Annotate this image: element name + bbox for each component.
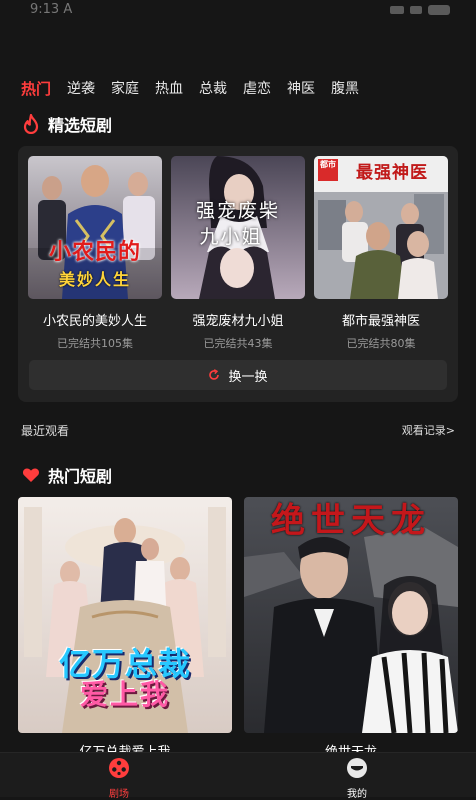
heart-icon: [22, 468, 40, 482]
status-time: 9:13 A: [30, 2, 73, 17]
watch-history-link[interactable]: 观看记录>: [402, 422, 455, 439]
drama-title[interactable]: 都市最强神医: [314, 310, 448, 329]
drama-poster[interactable]: 小农民的 美妙人生: [28, 156, 162, 299]
poster-title-main: 最强神医: [356, 163, 428, 183]
profile-icon: [347, 758, 367, 778]
featured-card[interactable]: 最强神医 都市 都市最强神医 已完结共80集: [314, 156, 448, 351]
featured-section-title: 精选短剧: [22, 112, 112, 136]
tab-passion[interactable]: 热血: [155, 78, 183, 100]
nav-profile[interactable]: 我的: [327, 757, 387, 800]
tab-hot[interactable]: 热门: [21, 78, 51, 100]
wifi-icon: [410, 6, 422, 14]
status-icons: [390, 5, 450, 15]
drama-poster[interactable]: 强宠废柴 九小姐: [171, 156, 305, 299]
film-reel-icon: [109, 758, 129, 778]
recent-label: 最近观看: [21, 424, 70, 438]
refresh-label: 换一换: [228, 369, 268, 385]
drama-poster[interactable]: 最强神医 都市: [314, 156, 448, 299]
featured-card[interactable]: 强宠废柴 九小姐 强宠废材九小姐 已完结共43集: [171, 156, 305, 351]
tab-counterattack[interactable]: 逆袭: [67, 78, 95, 100]
category-tabs: 热门 逆袭 家庭 热血 总裁 虐恋 神医 腹黑: [21, 78, 375, 100]
featured-card[interactable]: 小农民的 美妙人生 小农民的美妙人生 已完结共105集: [28, 156, 162, 351]
nav-profile-label: 我的: [347, 789, 367, 800]
tab-miracle-doctor[interactable]: 神医: [287, 78, 315, 100]
nav-theater-label: 剧场: [109, 789, 129, 800]
poster-title-line1: 强宠废柴: [195, 200, 280, 222]
drama-title[interactable]: 强宠废材九小姐: [171, 310, 305, 329]
hot-title: 热门短剧: [48, 467, 113, 486]
hot-section-title: 热门短剧: [22, 463, 112, 487]
hot-drama-poster[interactable]: 绝世天龙: [244, 497, 458, 733]
tab-family[interactable]: 家庭: [111, 78, 139, 100]
nav-theater[interactable]: 剧场: [89, 757, 149, 800]
poster-title-line1: 小农民的: [48, 239, 141, 265]
poster-title-tag: 都市: [320, 160, 336, 169]
refresh-icon: [209, 369, 220, 380]
hot-poster-title: 绝世天龙: [271, 501, 431, 541]
episode-count: 已完结共43集: [203, 337, 273, 350]
tab-scheming[interactable]: 腹黑: [331, 78, 359, 100]
poster-title-line2: 九小姐: [199, 226, 263, 248]
featured-panel: 小农民的 美妙人生 小农民的美妙人生 已完结共105集 强宠废柴 九小姐 强宠废…: [18, 146, 458, 402]
episode-count: 已完结共80集: [346, 337, 416, 350]
hot-drama-poster[interactable]: 亿万总裁 爱上我: [18, 497, 232, 733]
featured-title: 精选短剧: [48, 116, 113, 135]
episode-count: 已完结共105集: [57, 337, 133, 350]
tab-tragic-love[interactable]: 虐恋: [243, 78, 271, 100]
bottom-nav: 剧场 我的: [0, 752, 476, 800]
tab-ceo[interactable]: 总裁: [199, 78, 227, 100]
refresh-button[interactable]: 换一换: [29, 360, 447, 390]
flame-icon: [23, 114, 39, 134]
battery-icon: [428, 5, 450, 15]
status-bar: 9:13 A: [0, 0, 476, 22]
hot-poster-title-line2: 爱上我: [79, 678, 170, 711]
recent-row: 最近观看 观看记录>: [21, 422, 455, 439]
poster-title-line2: 美妙人生: [58, 270, 131, 289]
signal-icon: [390, 6, 404, 14]
drama-title[interactable]: 小农民的美妙人生: [28, 310, 162, 329]
